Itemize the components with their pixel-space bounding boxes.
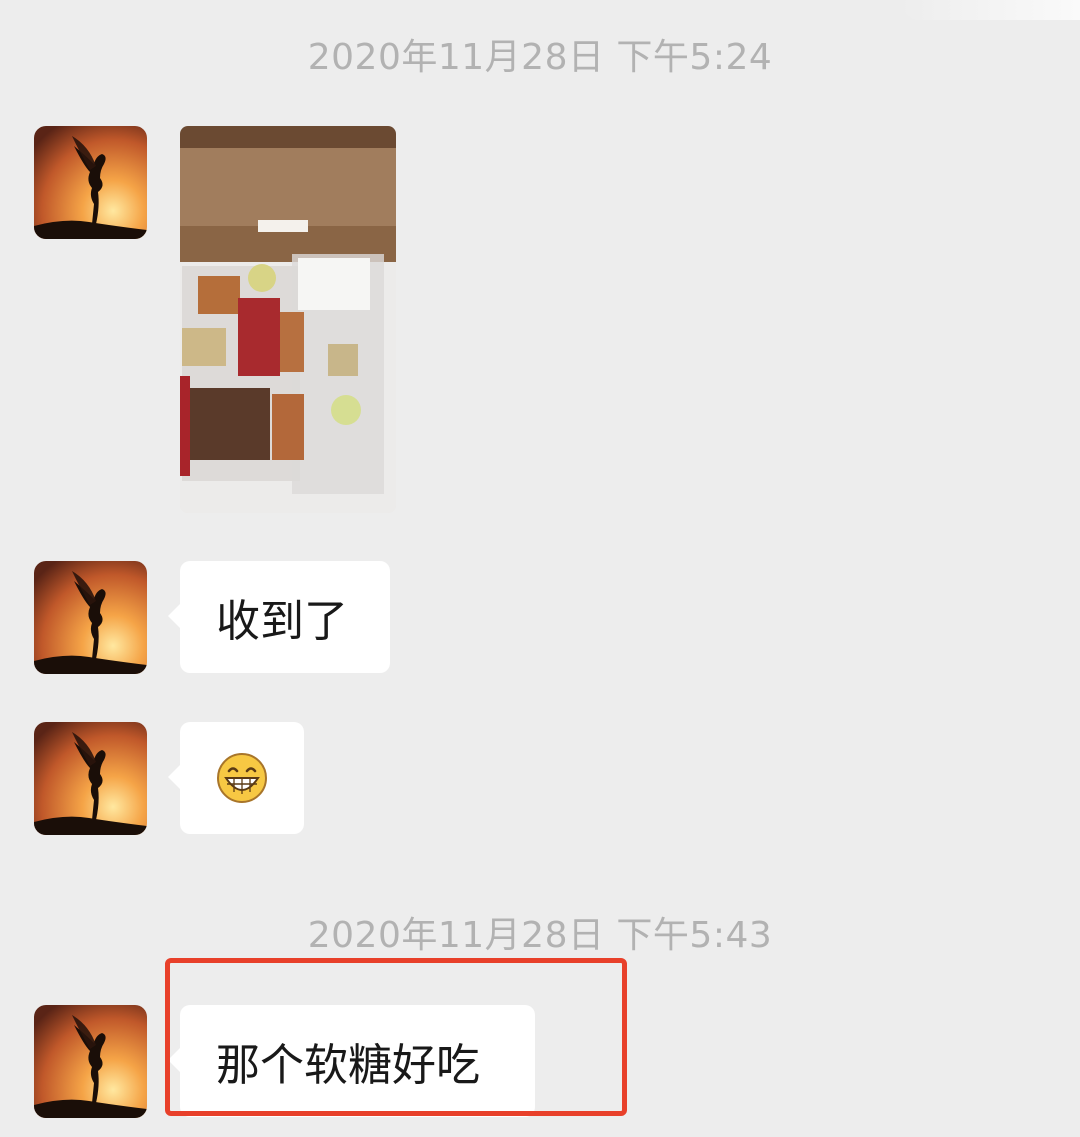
timestamp-1: 2020年11月28日 下午5:24 xyxy=(307,37,773,78)
grinning-face-emoji-icon xyxy=(217,753,267,803)
corner-glow xyxy=(900,0,1080,20)
photo-message[interactable] xyxy=(180,126,396,513)
message-bubble[interactable] xyxy=(168,722,304,834)
highlight-annotation xyxy=(165,958,627,1116)
timestamp-2: 2020年11月28日 下午5:43 xyxy=(307,915,773,956)
message-bubble[interactable]: 收到了 xyxy=(168,561,390,673)
avatar[interactable] xyxy=(34,1005,147,1118)
avatar[interactable] xyxy=(34,126,147,239)
avatar[interactable] xyxy=(34,722,147,835)
avatar[interactable] xyxy=(34,561,147,674)
message-text: 收到了 xyxy=(216,596,348,647)
